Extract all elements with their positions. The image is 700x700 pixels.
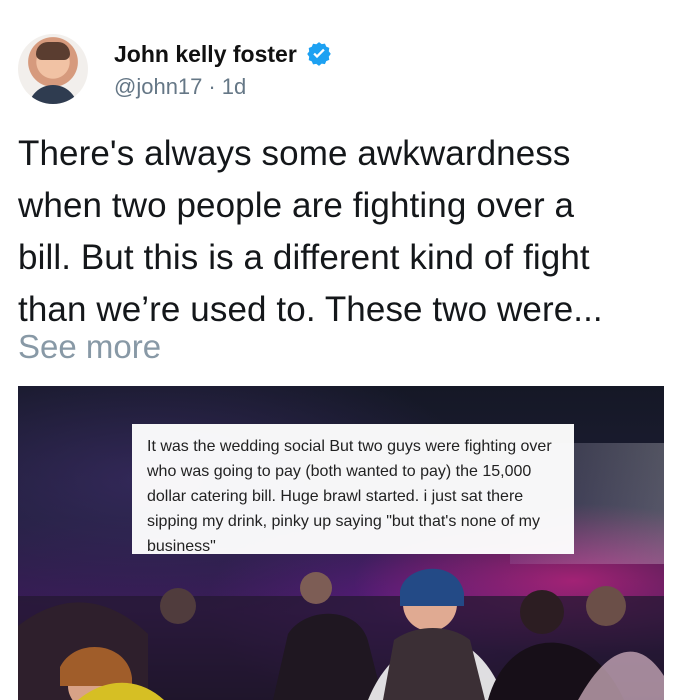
name-row: John kelly foster — [114, 40, 333, 68]
avatar-shirt — [28, 85, 78, 104]
display-name[interactable]: John kelly foster — [114, 42, 297, 66]
verified-badge-icon — [306, 42, 331, 66]
image-caption: It was the wedding social But two guys w… — [132, 424, 574, 555]
tweet-text-line-3: bill. But this is a different kind of fi… — [18, 238, 590, 277]
avatar[interactable] — [18, 34, 88, 104]
handle[interactable]: @john17 — [114, 74, 202, 100]
tweet-text-line-2: when two people are fighting over a — [18, 186, 575, 225]
meta-row: @john17 · 1d — [114, 74, 246, 100]
tweet-text: There's always some awkwardness when two… — [18, 128, 682, 336]
see-more-link[interactable]: See more — [18, 328, 161, 366]
timestamp[interactable]: 1d — [222, 74, 246, 100]
dot-separator: · — [208, 74, 216, 99]
tweet-text-line-1: There's always some awkwardness — [18, 134, 571, 173]
tweet-header: John kelly foster @john17 · 1d — [18, 34, 682, 114]
avatar-hair — [36, 42, 70, 60]
tweet-image[interactable]: It was the wedding social But two guys w… — [18, 386, 664, 700]
